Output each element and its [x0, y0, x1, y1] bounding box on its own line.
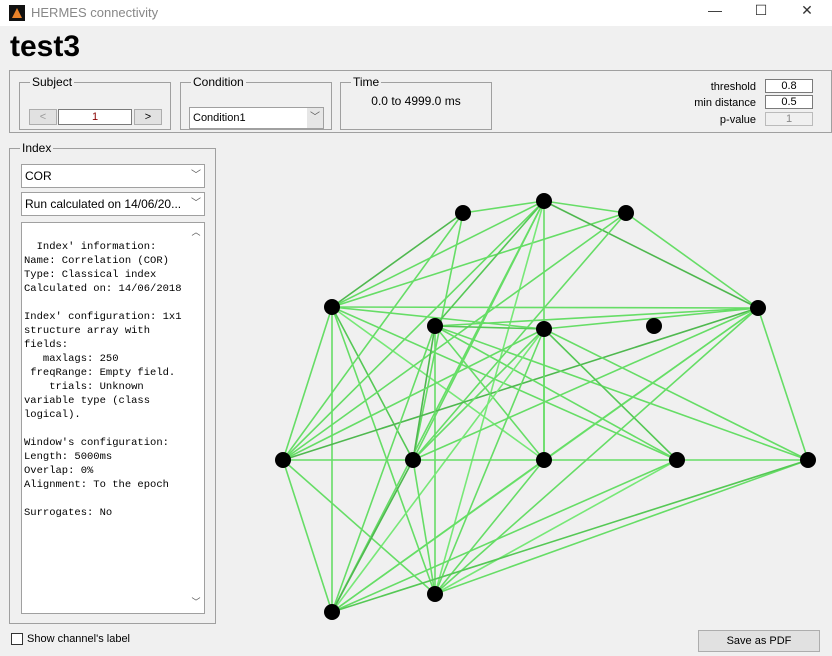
- run-value: Run calculated on 14/06/20...: [25, 197, 182, 211]
- graph-edge: [331, 200, 545, 308]
- graph-edge: [282, 459, 436, 595]
- graph-edge: [434, 328, 545, 595]
- graph-edge: [282, 459, 333, 613]
- show-label-text: Show channel's label: [27, 633, 131, 645]
- graph-edge: [282, 306, 333, 461]
- graph-node[interactable]: [427, 586, 443, 602]
- condition-label: Condition: [191, 75, 246, 89]
- graph-node[interactable]: [536, 452, 552, 468]
- prev-subject-button[interactable]: <: [29, 109, 57, 125]
- graph-edge: [331, 306, 414, 461]
- graph-edge: [331, 328, 545, 613]
- subject-label: Subject: [30, 75, 75, 89]
- graph-edge: [331, 212, 627, 308]
- graph-node[interactable]: [275, 452, 291, 468]
- index-value: COR: [25, 169, 52, 183]
- chevron-down-icon: ﹀: [307, 108, 323, 128]
- subject-group: Subject < 1 >: [19, 75, 171, 130]
- time-group: Time 0.0 to 4999.0 ms: [340, 75, 492, 130]
- threshold-label: threshold: [710, 81, 756, 93]
- info-scrollbar[interactable]: ︿ ﹀: [188, 223, 204, 613]
- time-value: 0.0 to 4999.0 ms: [371, 94, 461, 108]
- minimize-button[interactable]: —: [695, 2, 735, 22]
- graph-node[interactable]: [618, 205, 634, 221]
- window-title: HERMES connectivity: [31, 5, 159, 20]
- graph-edge: [412, 328, 545, 461]
- graph-edge: [434, 200, 545, 595]
- scroll-up-icon[interactable]: ︿: [188, 226, 204, 240]
- pvalue-field: 1: [765, 112, 813, 126]
- graph-edge: [543, 328, 809, 461]
- graph-node[interactable]: [455, 205, 471, 221]
- graph-node[interactable]: [646, 318, 662, 334]
- next-subject-button[interactable]: >: [134, 109, 162, 125]
- show-label-checkbox[interactable]: [11, 633, 23, 645]
- graph-node[interactable]: [536, 193, 552, 209]
- top-panel: Subject < 1 > Condition Condition1 ﹀ Tim…: [9, 70, 832, 133]
- connectivity-graph: [275, 193, 816, 620]
- graph-node[interactable]: [750, 300, 766, 316]
- graph-edge: [757, 307, 809, 461]
- graph-node[interactable]: [669, 452, 685, 468]
- min-distance-label: min distance: [694, 97, 756, 109]
- graph-edge: [434, 459, 809, 595]
- index-select[interactable]: COR ﹀: [21, 164, 205, 188]
- pvalue-label: p-value: [719, 114, 756, 126]
- graph-edge: [331, 459, 809, 613]
- graph-edge: [331, 306, 436, 595]
- maximize-button[interactable]: ☐: [741, 2, 781, 22]
- run-select[interactable]: Run calculated on 14/06/20... ﹀: [21, 192, 205, 216]
- condition-select[interactable]: Condition1 ﹀: [189, 107, 324, 129]
- graph-edge: [282, 307, 759, 461]
- graph-edge: [331, 459, 678, 613]
- graph-edge: [543, 328, 678, 461]
- graph-node[interactable]: [536, 321, 552, 337]
- graph-edge: [412, 307, 759, 461]
- scroll-down-icon[interactable]: ﹀: [188, 596, 204, 610]
- close-button[interactable]: ✕: [787, 2, 827, 22]
- graph-node[interactable]: [405, 452, 421, 468]
- condition-value: Condition1: [193, 112, 246, 124]
- graph-edge: [331, 306, 678, 461]
- graph-edge: [331, 325, 436, 613]
- graph-edge: [282, 328, 545, 461]
- matlab-icon: [9, 5, 25, 21]
- min-distance-field[interactable]: 0.5: [765, 95, 813, 109]
- graph-edge: [625, 212, 759, 309]
- title-bar: HERMES connectivity — ☐ ✕: [0, 0, 832, 26]
- graph-edge: [434, 459, 678, 595]
- graph-node[interactable]: [427, 318, 443, 334]
- graph-node[interactable]: [800, 452, 816, 468]
- project-title: test3: [10, 30, 81, 63]
- graph-edge: [282, 200, 545, 461]
- threshold-field[interactable]: 0.8: [765, 79, 813, 93]
- index-info: Index' information: Name: Correlation (C…: [24, 241, 182, 519]
- graph-node[interactable]: [324, 299, 340, 315]
- chevron-down-icon: ﹀: [188, 193, 204, 215]
- time-label: Time: [351, 75, 382, 89]
- save-pdf-button[interactable]: Save as PDF: [698, 630, 820, 652]
- graph-edge: [543, 200, 759, 309]
- graph-node[interactable]: [324, 604, 340, 620]
- chevron-down-icon: ﹀: [188, 165, 204, 187]
- graph-edge: [434, 307, 759, 595]
- index-label: Index: [20, 141, 54, 155]
- condition-group: Condition Condition1 ﹀: [180, 75, 332, 130]
- subject-field[interactable]: 1: [58, 109, 132, 125]
- index-info-text[interactable]: Index' information: Name: Correlation (C…: [21, 222, 205, 614]
- graph-edge: [331, 212, 464, 308]
